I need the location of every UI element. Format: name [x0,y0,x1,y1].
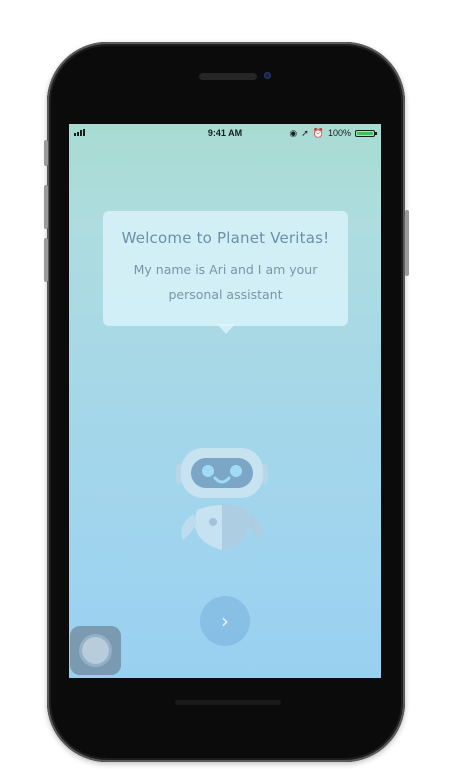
assistive-touch-button[interactable] [70,626,121,675]
status-bar: 9:41 AM ◉ ➚ ⏰ 100% [69,124,381,142]
welcome-message-line-1: My name is Ari and I am your [133,262,318,277]
front-camera [264,72,271,79]
battery-percent: 100% [327,128,351,138]
welcome-message: My name is Ari and I am your personal as… [113,257,338,307]
chevron-right-icon: › [221,609,229,633]
battery-icon [355,129,377,137]
alarm-icon: ⏰ [312,128,324,138]
earpiece-speaker [199,73,257,80]
next-button[interactable]: › [200,596,250,646]
home-indicator [175,700,281,705]
volume-down-button [44,238,48,282]
app-screen: 9:41 AM ◉ ➚ ⏰ 100% Welcome to Planet Ver… [69,124,381,678]
power-button [405,210,409,276]
volume-up-button [44,185,48,229]
assistive-touch-icon [82,637,109,664]
welcome-title: Welcome to Planet Veritas! [121,229,330,247]
lock-rotation-icon: ◉ [289,128,298,138]
status-icons: ◉ ➚ ⏰ 100% [289,127,377,139]
mute-switch [44,140,48,166]
robot-assistant-icon [176,448,268,550]
speech-bubble: Welcome to Planet Veritas! My name is Ar… [103,211,348,326]
location-icon: ➚ [301,128,309,138]
speech-bubble-tail [217,324,235,334]
welcome-message-line-2: personal assistant [168,287,283,302]
